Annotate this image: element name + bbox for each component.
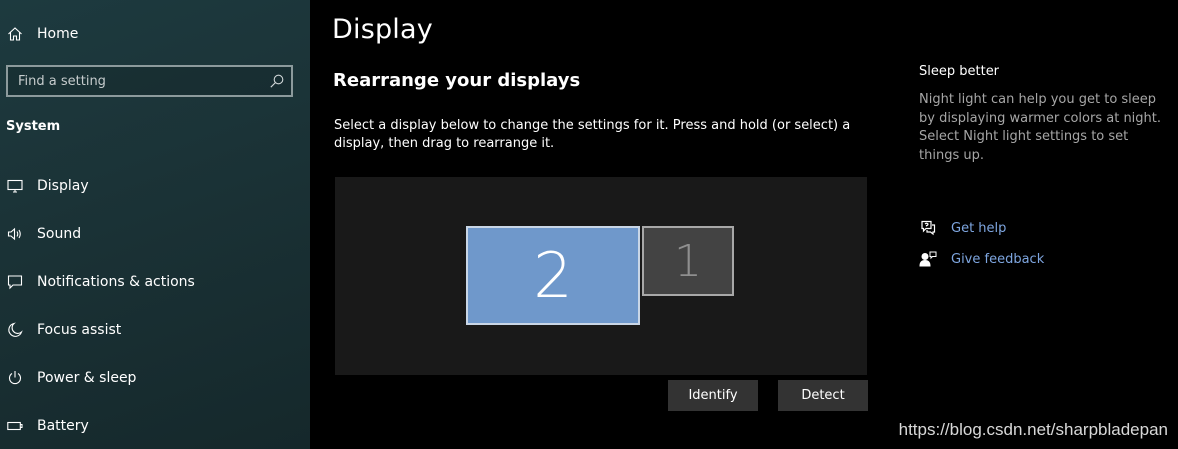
- search-box[interactable]: [6, 65, 293, 97]
- page-title: Display: [332, 14, 433, 45]
- battery-icon: [6, 417, 24, 435]
- monitor-number: 2: [533, 239, 573, 312]
- sleep-better-text: Night light can help you get to sleep by…: [919, 92, 1162, 163]
- search-icon[interactable]: [269, 73, 285, 89]
- speaker-icon: [6, 225, 24, 243]
- section-heading: Rearrange your displays: [333, 70, 581, 91]
- give-feedback-link[interactable]: Give feedback: [919, 249, 1044, 269]
- home-icon: [6, 25, 24, 43]
- display-arrangement-area[interactable]: 2 1: [335, 177, 867, 375]
- sidebar-item-label: Battery: [37, 418, 89, 434]
- detect-button[interactable]: Detect: [778, 380, 868, 411]
- display-icon: [6, 177, 24, 195]
- identify-button[interactable]: Identify: [668, 380, 758, 411]
- link-label[interactable]: Give feedback: [951, 252, 1044, 267]
- monitor-2[interactable]: 2: [466, 226, 640, 325]
- instructions-text: Select a display below to change the set…: [334, 118, 851, 151]
- monitor-1[interactable]: 1: [642, 226, 734, 296]
- sidebar-item-home[interactable]: Home: [0, 14, 310, 54]
- sidebar-item-label: Sound: [37, 226, 82, 242]
- monitor-number: 1: [674, 235, 702, 287]
- settings-window: Home System Display: [0, 0, 1178, 449]
- help-chat-icon: [919, 219, 937, 237]
- sidebar-item-focus-assist[interactable]: Focus assist: [0, 310, 310, 350]
- sidebar-item-label: Focus assist: [37, 322, 122, 338]
- watermark-url: https://blog.csdn.net/sharpbladepan: [898, 420, 1168, 439]
- sidebar-item-sound[interactable]: Sound: [0, 214, 310, 254]
- sidebar-item-label: Home: [37, 26, 79, 42]
- moon-icon: [6, 321, 24, 339]
- sidebar-item-display[interactable]: Display: [0, 166, 310, 206]
- power-icon: [6, 369, 24, 387]
- sidebar-item-label: Display: [37, 178, 89, 194]
- section-title: System: [6, 119, 61, 134]
- sidebar-item-battery[interactable]: Battery: [0, 406, 310, 446]
- get-help-link[interactable]: Get help: [919, 218, 1006, 238]
- search-input[interactable]: [18, 71, 258, 91]
- sleep-better-heading: Sleep better: [919, 64, 1000, 79]
- link-label[interactable]: Get help: [951, 221, 1006, 236]
- sidebar-item-label: Notifications & actions: [37, 274, 195, 290]
- sidebar-item-notifications[interactable]: Notifications & actions: [0, 262, 310, 302]
- sidebar-item-power-sleep[interactable]: Power & sleep: [0, 358, 310, 398]
- notification-icon: [6, 273, 24, 291]
- sidebar-item-label: Power & sleep: [37, 370, 137, 386]
- feedback-person-icon: [919, 250, 937, 268]
- sidebar: Home System Display: [0, 0, 310, 449]
